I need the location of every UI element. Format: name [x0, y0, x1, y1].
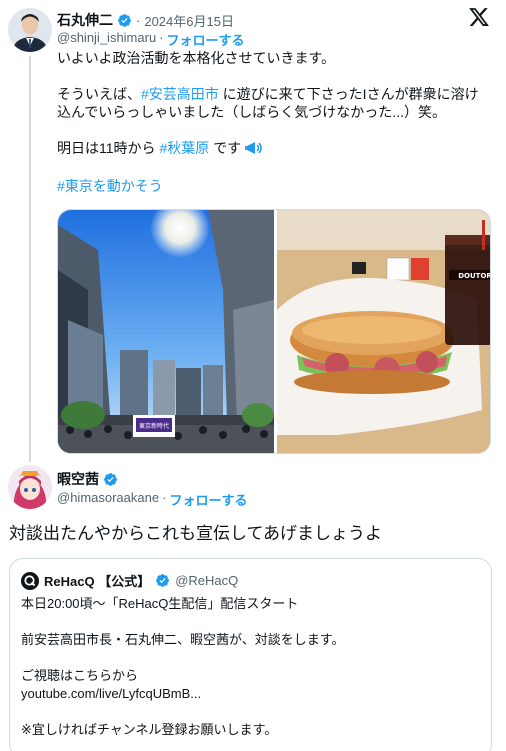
reply-follow-button[interactable]: フォローする [169, 490, 247, 509]
reply-text: 対談出たんやからこれも宣伝してあげましょうよ [9, 524, 382, 543]
tweet-media: 東京新時代 DOUTOR [57, 209, 491, 454]
tweet-line-5: #東京を動かそう [57, 177, 497, 195]
verified-badge-icon [155, 573, 170, 588]
quote-line-2: 前安芸高田市長・石丸伸二、暇空茜が、対談をします。 [21, 632, 345, 647]
sandwich-photo-illustration: DOUTOR [277, 210, 491, 453]
avatar-himasoraakane[interactable] [8, 465, 52, 509]
hashtag-tokyo[interactable]: #東京を動かそう [57, 178, 163, 194]
quote-author-handle: @ReHacQ [175, 573, 239, 588]
thread-line [29, 56, 31, 462]
quoted-tweet[interactable]: ReHacQ 【公式】 @ReHacQ 本日20:00頃〜「ReHacQ生配信」… [9, 558, 492, 751]
street-photo-illustration: 東京新時代 [58, 210, 274, 453]
media-photo-sandwich[interactable]: DOUTOR [277, 210, 491, 453]
hashtag-akitakata[interactable]: #安芸高田市 [141, 86, 219, 102]
hashtag-akihabara[interactable]: #秋葉原 [159, 140, 209, 156]
rehacq-avatar-icon [21, 571, 39, 590]
tweet-line-3: 込んでいらっしゃいました（しばらく気づけなかった...）笑。 [57, 104, 446, 120]
quote-line-1: 本日20:00頃〜「ReHacQ生配信」配信スタート [21, 596, 299, 611]
reply-author-name[interactable]: 暇空茜 [57, 469, 99, 489]
media-photo-street[interactable]: 東京新時代 [58, 210, 274, 453]
quote-link[interactable]: youtube.com/live/LyfcqUBmB... [21, 685, 481, 703]
avatar-shinji-ishimaru[interactable] [8, 8, 52, 52]
tweet-line-4: 明日は11時から #秋葉原 です [57, 139, 497, 159]
megaphone-icon [245, 141, 263, 159]
tweet-line-2: そういえば、#安芸高田市 に遊びに来て下さったIさんが群衆に溶け [57, 86, 479, 102]
separator-dot: · [136, 12, 141, 28]
quote-line-3: ご視聴はこちらから [21, 668, 139, 683]
verified-badge-icon [117, 13, 132, 28]
tweet-line-1: いよいよ政治活動を本格化させていきます。 [57, 50, 336, 66]
campaign-poster-text: 東京新時代 [139, 422, 169, 430]
tweet-body: いよいよ政治活動を本格化させていきます。 そういえば、#安芸高田市 に遊びに来て… [57, 49, 497, 195]
x-logo-icon[interactable] [468, 6, 492, 32]
reply-author-handle[interactable]: @himasoraakane [57, 490, 159, 509]
author-name[interactable]: 石丸伸二 [57, 10, 113, 30]
separator-dot: · [159, 30, 164, 45]
follow-button[interactable]: フォローする [167, 30, 245, 49]
separator-dot: · [162, 490, 167, 505]
cup-brand-text: DOUTOR [458, 272, 491, 280]
verified-badge-icon [103, 472, 118, 487]
quote-line-5: ※宜しければチャンネル登録お願いします。 [21, 722, 278, 737]
quote-author-name: ReHacQ 【公式】 [44, 574, 151, 589]
author-handle[interactable]: @shinji_ishimaru [57, 30, 156, 49]
tweet-date[interactable]: 2024年6月15日 [144, 11, 234, 30]
